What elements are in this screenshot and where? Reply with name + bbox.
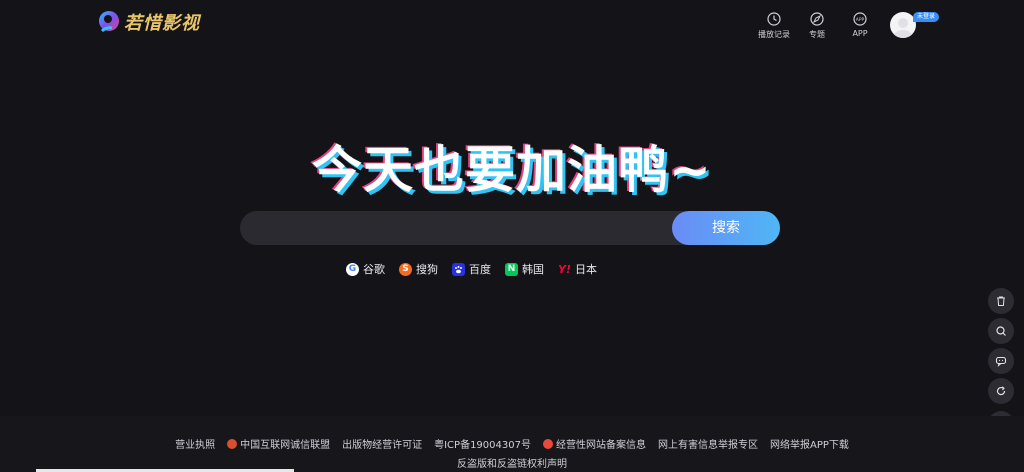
footer-link-report-zone[interactable]: 网上有害信息举报专区 <box>658 436 758 451</box>
refresh-button[interactable] <box>988 378 1014 404</box>
footer-link-integrity-label: 中国互联网诚信联盟 <box>240 440 331 451</box>
footer-link-publication-license[interactable]: 出版物经营许可证 <box>342 436 422 451</box>
search-icon <box>995 322 1007 341</box>
footer-link-website-record[interactable]: 经营性网站备案信息 <box>542 436 646 451</box>
footer-link-icp[interactable]: 粤ICP备19004307号 <box>434 436 531 451</box>
search-engine-list: G 谷歌 S 搜狗 百度 N 韩国 Y! 日本 <box>346 261 611 277</box>
engine-baidu[interactable]: 百度 <box>452 261 491 277</box>
baidu-icon <box>452 262 465 276</box>
nav-app-label: APP <box>852 29 868 38</box>
app-icon: APP <box>853 12 867 26</box>
footer-link-business-license[interactable]: 营业执照 <box>175 436 215 451</box>
engine-japan[interactable]: Y! 日本 <box>558 261 597 277</box>
hero-title: 今天也要加油鸭~ <box>312 141 712 199</box>
engine-korea[interactable]: N 韩国 <box>505 261 544 277</box>
nav-topics[interactable]: 专题 <box>797 12 837 40</box>
engine-google[interactable]: G 谷歌 <box>346 261 385 277</box>
engine-baidu-label: 百度 <box>469 263 491 276</box>
clear-button[interactable] <box>988 288 1014 314</box>
logo-mark-icon <box>96 9 122 35</box>
engine-google-label: 谷歌 <box>363 263 385 276</box>
footer: 营业执照 中国互联网诚信联盟 出版物经营许可证 粤ICP备19004307号 经… <box>0 416 1024 472</box>
footer-link-report-app[interactable]: 网络举报APP下载 <box>770 436 849 451</box>
site-logo[interactable]: 若惜影视 <box>96 8 200 36</box>
engine-sogou-label: 搜狗 <box>416 263 438 276</box>
yahoo-icon: Y! <box>558 262 571 276</box>
trash-icon <box>995 292 1007 311</box>
login-status-badge[interactable]: 未登录 <box>913 12 940 22</box>
nav-history[interactable]: 播放记录 <box>754 12 794 40</box>
clock-icon <box>767 12 781 26</box>
google-icon: G <box>346 262 359 276</box>
engine-sogou[interactable]: S 搜狗 <box>399 261 438 277</box>
logo-text: 若惜影视 <box>124 13 200 34</box>
footer-link-integrity-alliance[interactable]: 中国互联网诚信联盟 <box>227 436 330 451</box>
compass-icon <box>810 12 824 26</box>
header: 若惜影视 播放记录 专题 APP APP 未登录 <box>0 0 1024 48</box>
footer-link-record-label: 经营性网站备案信息 <box>555 440 646 451</box>
footer-links: 营业执照 中国互联网诚信联盟 出版物经营许可证 粤ICP备19004307号 经… <box>0 436 1024 451</box>
nav-app[interactable]: APP APP <box>840 12 880 38</box>
search-button[interactable]: 搜索 <box>672 211 780 245</box>
engine-korea-label: 韩国 <box>522 263 544 276</box>
footer-copyright-statement[interactable]: 反盗版和反盗链权利声明 <box>0 455 1024 470</box>
chat-icon <box>995 352 1007 371</box>
engine-japan-label: 日本 <box>575 263 597 276</box>
nav-topics-label: 专题 <box>809 30 825 39</box>
record-icon <box>542 438 553 449</box>
sogou-icon: S <box>399 262 412 276</box>
badge-icon <box>227 438 238 449</box>
svg-text:APP: APP <box>856 17 865 23</box>
search-float-button[interactable] <box>988 318 1014 344</box>
feedback-button[interactable] <box>988 348 1014 374</box>
refresh-icon <box>995 382 1007 401</box>
search-input[interactable] <box>240 211 670 245</box>
naver-icon: N <box>505 262 518 276</box>
nav-history-label: 播放记录 <box>758 30 790 39</box>
